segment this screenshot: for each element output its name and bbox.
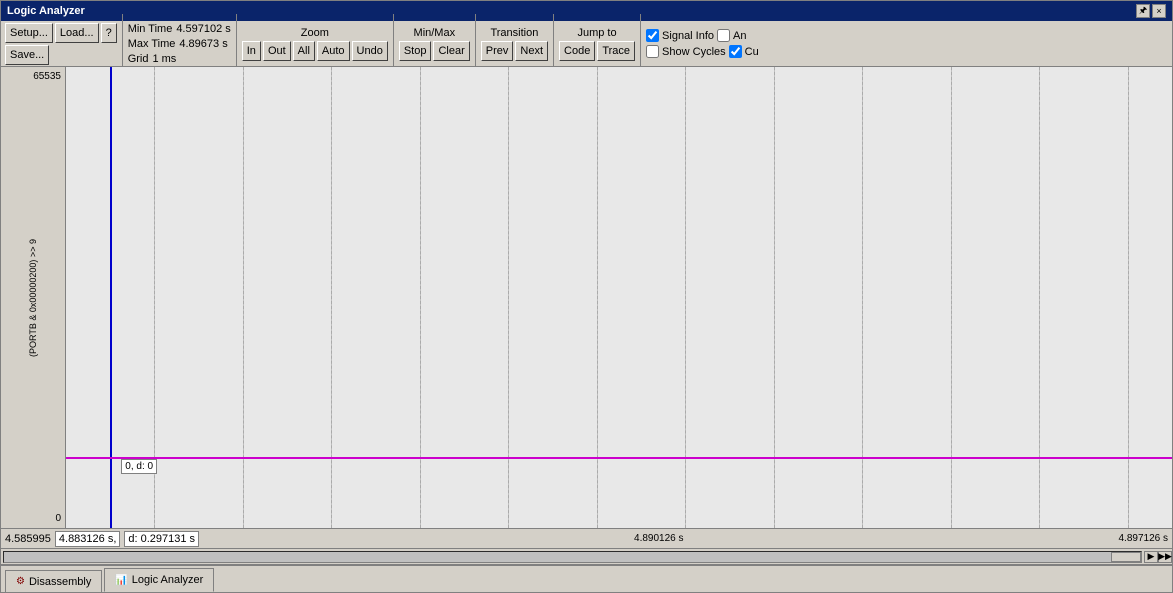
time-left-label: 4.585995 (5, 533, 51, 545)
sep6 (640, 14, 641, 74)
min-time-value: 4.597102 s (176, 23, 230, 35)
file-buttons-row2: Save... (5, 45, 117, 65)
sep1 (122, 14, 123, 74)
an-checkbox[interactable] (717, 29, 730, 42)
tab-disassembly-label: Disassembly (29, 576, 91, 588)
y-axis: 65535 (PORTB & 0x00000200) >> 9 0 (1, 67, 66, 528)
signal-trace (66, 457, 1172, 459)
save-button[interactable]: Save... (5, 45, 49, 65)
cu-checkbox[interactable] (729, 45, 742, 58)
file-buttons-row1: Setup... Load... ? (5, 23, 117, 43)
main-chart[interactable]: 0, d: 0 (66, 67, 1172, 528)
status-bar: 4.585995 4.883126 s, d: 0.297131 s 4.890… (1, 528, 1172, 548)
zoom-buttons: In Out All Auto Undo (242, 41, 388, 61)
close-button[interactable]: × (1152, 4, 1166, 18)
status-time-value: 4.883126 s, (55, 531, 121, 547)
cursor-position-label: 0, d: 0 (121, 459, 157, 474)
max-time-value: 4.89673 s (179, 38, 227, 50)
minmax-label: Min/Max (414, 27, 456, 39)
an-label: An (733, 30, 746, 42)
sep4 (475, 14, 476, 74)
stop-button[interactable]: Stop (399, 41, 432, 61)
y-bottom-value: 0 (55, 513, 61, 524)
tab-logic-analyzer-label: Logic Analyzer (132, 574, 204, 586)
zoom-undo-button[interactable]: Undo (352, 41, 388, 61)
scroll-right-arrow[interactable]: ▶ (1144, 551, 1158, 563)
jumpto-label: Jump to (577, 27, 616, 39)
max-time-label: Max Time (128, 38, 176, 50)
show-cycles-checkbox[interactable] (646, 45, 659, 58)
cu-label: Cu (745, 46, 759, 58)
main-window: Logic Analyzer 🖈 × Setup... Load... ? Sa… (0, 0, 1173, 593)
scrollbar-thumb[interactable] (1111, 552, 1141, 562)
clear-button[interactable]: Clear (433, 41, 469, 61)
prev-button[interactable]: Prev (481, 41, 514, 61)
zoom-out-button[interactable]: Out (263, 41, 291, 61)
chart-container: 65535 (PORTB & 0x00000200) >> 9 0 (1, 67, 1172, 528)
load-button[interactable]: Load... (55, 23, 99, 43)
zoom-label: Zoom (301, 27, 329, 39)
scrollbar-area: ▶ ▶▶ (1, 548, 1172, 564)
minmax-group: Min/Max Stop Clear (399, 27, 470, 61)
signal-info-row: Signal Info An (646, 29, 759, 42)
jumpto-buttons: Code Trace (559, 41, 635, 61)
zoom-in-button[interactable]: In (242, 41, 261, 61)
status-delta-value: d: 0.297131 s (124, 531, 199, 547)
scroll-end-arrow[interactable]: ▶▶ (1158, 551, 1172, 563)
file-buttons: Setup... Load... ? Save... (5, 23, 117, 65)
min-time-row: Min Time 4.597102 s (128, 23, 231, 35)
jumpto-group: Jump to Code Trace (559, 27, 635, 61)
tab-bar: ⚙ Disassembly 📊 Logic Analyzer (1, 564, 1172, 592)
trace-button[interactable]: Trace (597, 41, 635, 61)
tab-logic-analyzer[interactable]: 📊 Logic Analyzer (104, 568, 214, 592)
help-button[interactable]: ? (101, 23, 117, 43)
window-title: Logic Analyzer (7, 5, 85, 17)
signal-label: (PORTB & 0x00000200) >> 9 (28, 198, 38, 398)
signal-info-label: Signal Info (662, 30, 714, 42)
code-button[interactable]: Code (559, 41, 595, 61)
show-cycles-label: Show Cycles (662, 46, 726, 58)
setup-button[interactable]: Setup... (5, 23, 53, 43)
grid-value: 1 ms (152, 53, 176, 65)
zoom-group: Zoom In Out All Auto Undo (242, 27, 388, 61)
transition-group: Transition Prev Next (481, 27, 548, 61)
zoom-auto-button[interactable]: Auto (317, 41, 350, 61)
show-cycles-row: Show Cycles Cu (646, 45, 759, 58)
max-time-row: Max Time 4.89673 s (128, 38, 231, 50)
sep5 (553, 14, 554, 74)
time-group: Min Time 4.597102 s Max Time 4.89673 s G… (128, 23, 231, 65)
transition-buttons: Prev Next (481, 41, 548, 61)
sep3 (393, 14, 394, 74)
y-top-value: 65535 (33, 71, 61, 82)
title-controls: 🖈 × (1136, 4, 1166, 18)
zoom-all-button[interactable]: All (293, 41, 315, 61)
options-group: Signal Info An Show Cycles Cu (646, 29, 759, 58)
sep2 (236, 14, 237, 74)
pin-button[interactable]: 🖈 (1136, 4, 1150, 18)
disassembly-icon: ⚙ (16, 576, 25, 587)
next-button[interactable]: Next (515, 41, 548, 61)
grid-row: Grid 1 ms (128, 53, 231, 65)
transition-label: Transition (490, 27, 538, 39)
logic-icon: 📊 (115, 575, 127, 586)
signal-info-checkbox[interactable] (646, 29, 659, 42)
time-center-label: 4.890126 s (203, 533, 1114, 544)
time-right-label: 4.897126 s (1119, 533, 1169, 544)
main-toolbar: Setup... Load... ? Save... Min Time 4.59… (1, 21, 1172, 67)
minmax-buttons: Stop Clear (399, 41, 470, 61)
grid-label: Grid (128, 53, 149, 65)
title-bar: Logic Analyzer 🖈 × (1, 1, 1172, 21)
tab-disassembly[interactable]: ⚙ Disassembly (5, 570, 102, 592)
min-time-label: Min Time (128, 23, 173, 35)
scrollbar-track[interactable] (3, 551, 1142, 563)
